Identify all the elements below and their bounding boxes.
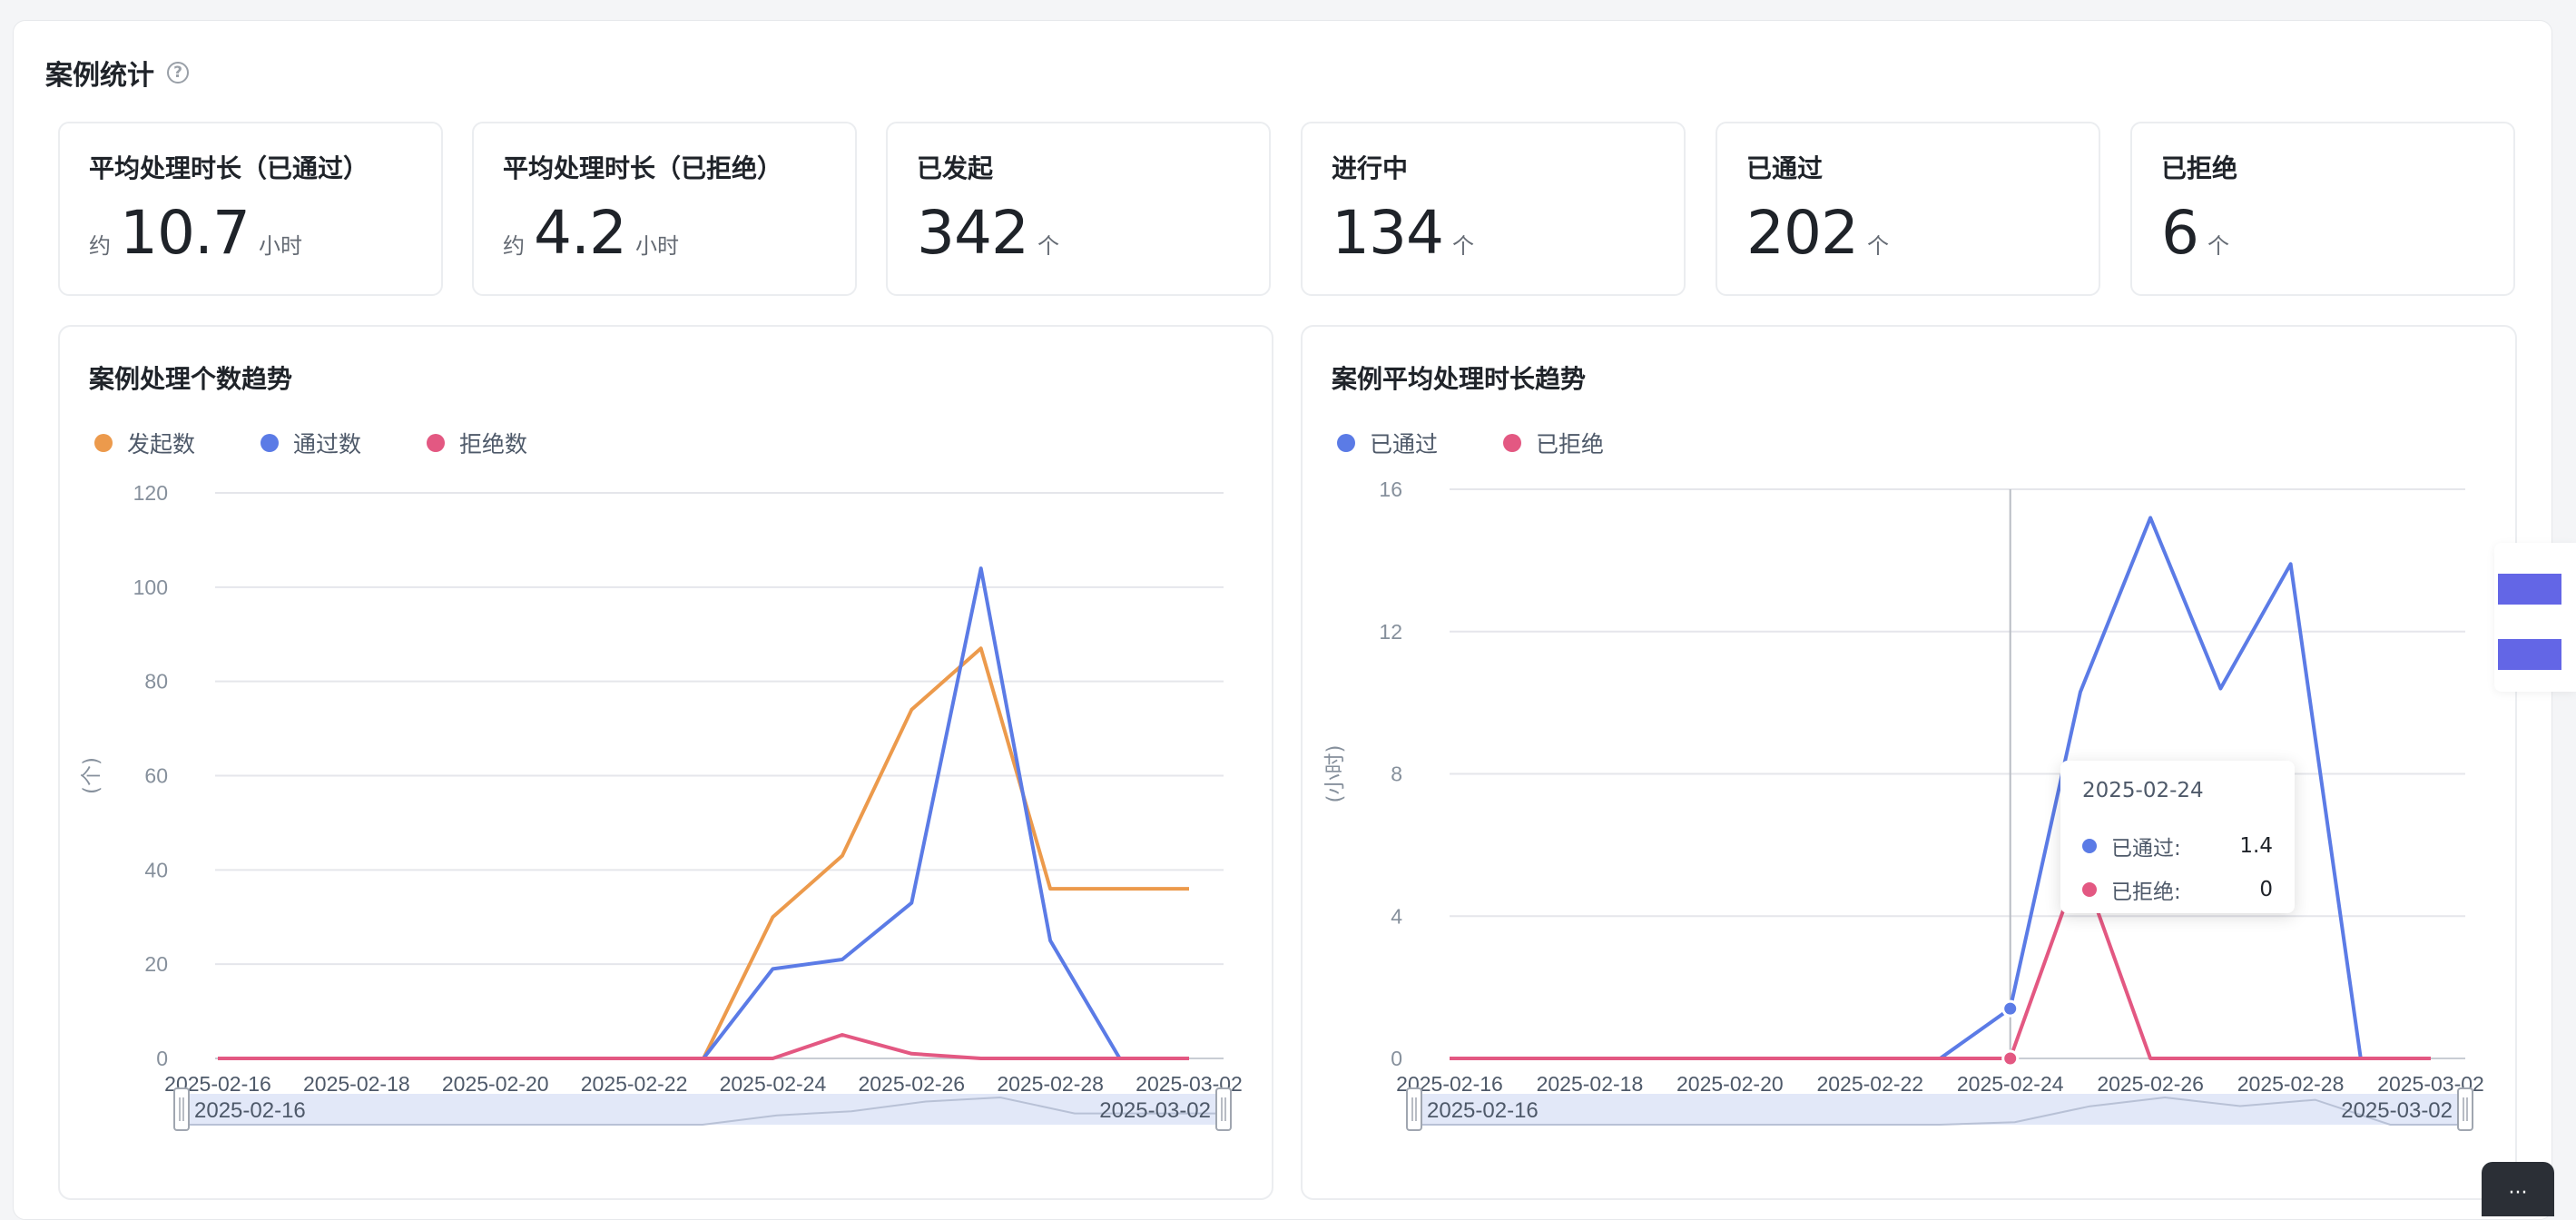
zoom-slider-handle	[2457, 1087, 2473, 1131]
y-tick-label: 4	[1391, 904, 1402, 928]
x-tick-label: 2025-02-28	[2237, 1072, 2345, 1096]
zoom-end-label: 2025-03-02	[1099, 1098, 1211, 1123]
series-line	[218, 646, 1189, 1060]
y-tick-label: 60	[144, 764, 168, 788]
tooltip-date: 2025-02-24	[2082, 779, 2204, 802]
y-tick-label: 20	[144, 952, 168, 976]
side-toolbar-bar-bottom[interactable]	[2498, 639, 2561, 670]
zoom-slider-handle	[173, 1087, 190, 1131]
y-axis-label: (个)	[80, 757, 103, 794]
zoom-end-label: 2025-03-02	[2341, 1098, 2453, 1123]
zoom-start-label: 2025-02-16	[1427, 1098, 1539, 1123]
x-tick-label: 2025-02-24	[720, 1072, 827, 1096]
tooltip-dot-icon	[2082, 882, 2097, 897]
tooltip-row: 已通过: 1.4	[2082, 824, 2273, 868]
x-tick-label: 2025-02-28	[997, 1072, 1104, 1096]
x-tick-label: 2025-02-26	[2097, 1072, 2204, 1096]
y-axis-label: (小时)	[1323, 745, 1347, 803]
y-tick-label: 80	[144, 670, 168, 694]
x-tick-label: 2025-02-24	[1957, 1072, 2064, 1096]
tooltip-series-name: 已拒绝:	[2111, 881, 2181, 904]
chart-tooltip: 2025-02-24 已通过: 1.4 已拒绝: 0	[2060, 761, 2295, 913]
zoom-slider-track	[1414, 1094, 2465, 1125]
side-toolbar-bar-top[interactable]	[2498, 574, 2561, 605]
x-tick-label: 2025-02-20	[442, 1072, 549, 1096]
x-tick-label: 2025-02-26	[858, 1072, 965, 1096]
x-tick-label: 2025-02-22	[581, 1072, 688, 1096]
x-tick-label: 2025-02-22	[1816, 1072, 1923, 1096]
x-tick-label: 2025-02-20	[1676, 1072, 1784, 1096]
y-tick-label: 0	[1391, 1047, 1402, 1070]
y-tick-label: 8	[1391, 762, 1402, 786]
zoom-slider-handle	[1406, 1087, 1422, 1131]
y-tick-label: 40	[144, 858, 168, 881]
y-tick-label: 16	[1379, 477, 1402, 501]
highlight-point	[2001, 999, 2020, 1018]
tooltip-dot-icon	[2082, 839, 2097, 853]
tooltip-series-name: 已通过:	[2111, 837, 2181, 861]
x-tick-label: 2025-02-18	[1537, 1072, 1644, 1096]
ellipsis-icon: ···	[2508, 1182, 2528, 1205]
charts-canvas: 020406080100120(个)2025-02-16 2025-02-18 20…	[80, 477, 2484, 1131]
chat-button[interactable]: ···	[2482, 1162, 2554, 1216]
y-tick-label: 120	[133, 481, 168, 505]
zoom-slider-handle	[1215, 1087, 1232, 1131]
tooltip-row: 已拒绝: 0	[2082, 868, 2273, 911]
zoom-slider-track	[182, 1094, 1224, 1125]
zoom-start-label: 2025-02-16	[194, 1098, 306, 1123]
y-tick-label: 100	[133, 576, 168, 599]
y-tick-label: 0	[156, 1047, 168, 1070]
x-tick-label: 2025-02-18	[303, 1072, 410, 1096]
tooltip-series-value: 0	[2259, 878, 2273, 901]
tooltip-series-value: 1.4	[2239, 834, 2273, 858]
series-line	[218, 566, 1189, 1060]
highlight-point	[2001, 1049, 2020, 1068]
y-tick-label: 12	[1379, 620, 1402, 644]
